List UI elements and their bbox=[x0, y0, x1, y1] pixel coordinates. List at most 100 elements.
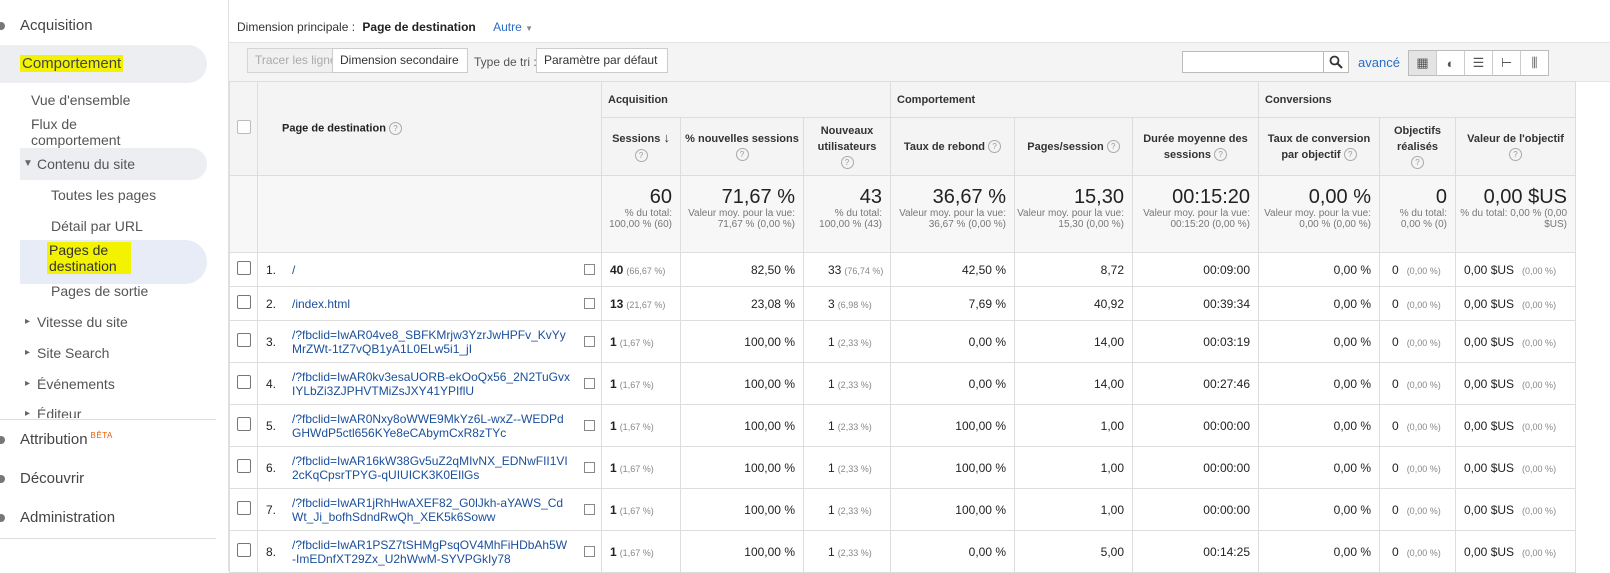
row-checkbox[interactable] bbox=[236, 295, 251, 309]
row-sessions: 1 (1,67 %) bbox=[601, 446, 681, 489]
table-row: 4. /?fbclid=IwAR0kv3esaUORB-ekOoQx56_2N2T… bbox=[229, 362, 1576, 405]
row-new-sessions: 23,08 % bbox=[680, 286, 804, 321]
row-goal-value: 0,00 $US (0,00 %) bbox=[1455, 488, 1576, 531]
comparison-icon[interactable]: ⊢ bbox=[1493, 51, 1521, 75]
nav-administration[interactable]: Administration bbox=[0, 509, 116, 526]
select-all-checkbox[interactable] bbox=[236, 120, 251, 134]
row-checkbox[interactable] bbox=[236, 501, 251, 515]
row-checkbox[interactable] bbox=[236, 375, 251, 389]
landing-page-link[interactable]: /?fbclid=IwAR0kv3esaUORB-ekOoQx56_2N2TuG… bbox=[292, 370, 570, 398]
col-conv-rate[interactable]: Taux de conversion par objectif ? bbox=[1258, 117, 1380, 176]
help-icon[interactable]: ? bbox=[1411, 156, 1424, 170]
landing-page-link[interactable]: /?fbclid=IwAR16kW38Gv5uZ2qMIvNX_EDNwFII1… bbox=[292, 454, 570, 482]
external-link-icon[interactable] bbox=[584, 264, 595, 275]
pivot-icon[interactable]: ⫼ bbox=[1521, 51, 1548, 75]
external-link-icon[interactable] bbox=[584, 504, 595, 515]
help-icon[interactable]: ? bbox=[388, 122, 402, 135]
nav-comportement[interactable]: Comportement bbox=[0, 45, 207, 83]
landing-page-link[interactable]: /index.html bbox=[292, 297, 570, 311]
row-goals: 0 (0,00 %) bbox=[1379, 286, 1456, 321]
help-icon[interactable]: ? bbox=[1106, 140, 1120, 154]
landing-page-link[interactable]: /?fbclid=IwAR1PSZ7tSHMgPsqOV4MhFiHDbAh5W… bbox=[292, 538, 570, 566]
col-new-users[interactable]: Nouveaux utilisateurs? bbox=[803, 117, 891, 176]
nav-pages-destination[interactable]: Pages de destination bbox=[20, 240, 207, 284]
help-icon[interactable]: ? bbox=[988, 140, 1002, 154]
landing-page-link[interactable]: /?fbclid=IwAR0Nxy8oWWE9MkYz6L-wxZ--WEDPd… bbox=[292, 412, 570, 440]
sessions-value: 40 bbox=[610, 262, 624, 277]
nav-flux[interactable]: Flux de comportement bbox=[31, 116, 141, 148]
external-link-icon[interactable] bbox=[584, 462, 595, 473]
table-search-input[interactable] bbox=[1182, 51, 1324, 73]
landing-page-link[interactable]: /?fbclid=IwAR1jRhHwAXEF82_G0lJkh-aYAWS_C… bbox=[292, 496, 570, 524]
help-icon[interactable]: ? bbox=[840, 156, 854, 170]
goals-pct: (0,00 %) bbox=[1406, 299, 1441, 310]
row-pages-session: 14,00 bbox=[1014, 320, 1133, 363]
goal-value: 0,00 $US bbox=[1464, 544, 1515, 559]
row-checkbox[interactable] bbox=[236, 459, 251, 473]
col-pages-session[interactable]: Pages/session ? bbox=[1014, 117, 1133, 176]
row-page-cell: 6. /?fbclid=IwAR16kW38Gv5uZ2qMIvNX_EDNwFI… bbox=[257, 446, 602, 489]
row-duration: 00:00:00 bbox=[1132, 446, 1259, 489]
col-sessions[interactable]: Sessions ↓? bbox=[601, 117, 681, 176]
primary-dimension-value[interactable]: Page de destination bbox=[362, 20, 475, 34]
nav-detail-url[interactable]: Détail par URL bbox=[51, 218, 143, 234]
col-goal-value[interactable]: Valeur de l'objectif? bbox=[1455, 117, 1576, 176]
nav-pages-sortie[interactable]: Pages de sortie bbox=[51, 283, 148, 299]
nav-contenu-site[interactable]: ▼ Contenu du site bbox=[20, 148, 207, 180]
col-new-sessions[interactable]: % nouvelles sessions? bbox=[680, 117, 804, 176]
advanced-filter-link[interactable]: avancé bbox=[1358, 55, 1400, 70]
nav-attribution[interactable]: Attribution BÊTA bbox=[0, 431, 113, 448]
row-duration: 00:00:00 bbox=[1132, 488, 1259, 531]
nav-vue-ensemble[interactable]: Vue d'ensemble bbox=[31, 92, 130, 108]
row-checkbox[interactable] bbox=[236, 333, 251, 347]
help-icon[interactable]: ? bbox=[634, 148, 648, 162]
external-link-icon[interactable] bbox=[584, 298, 595, 309]
external-link-icon[interactable] bbox=[584, 546, 595, 557]
col-bounce[interactable]: Taux de rebond ? bbox=[890, 117, 1015, 176]
nav-editeur[interactable]: ▸ Éditeur bbox=[0, 400, 210, 418]
goals-value: 0 bbox=[1392, 460, 1399, 475]
table-row: 2./index.html 13 (21,67 %) 23,08 % 3 (6,98 %)… bbox=[229, 286, 1576, 321]
row-goal-value: 0,00 $US (0,00 %) bbox=[1455, 362, 1576, 405]
row-sessions: 1 (1,67 %) bbox=[601, 530, 681, 573]
row-checkbox-cell bbox=[229, 286, 258, 321]
row-duration: 00:09:00 bbox=[1132, 252, 1259, 287]
row-checkbox[interactable] bbox=[236, 261, 251, 275]
nav-toutes-pages[interactable]: Toutes les pages bbox=[51, 187, 156, 203]
new-users-value: 1 bbox=[828, 418, 835, 433]
row-goal-value: 0,00 $US (0,00 %) bbox=[1455, 530, 1576, 573]
table-view-icon[interactable]: ▦ bbox=[1409, 51, 1437, 75]
external-link-icon[interactable] bbox=[584, 378, 595, 389]
row-checkbox[interactable] bbox=[236, 417, 251, 431]
sort-type-label: Type de tri : bbox=[474, 55, 537, 69]
goal-value-pct: (0,00 %) bbox=[1522, 547, 1557, 558]
row-page-cell: 4. /?fbclid=IwAR0kv3esaUORB-ekOoQx56_2N2T… bbox=[257, 362, 602, 405]
landing-page-link[interactable]: / bbox=[292, 263, 570, 277]
other-dimension-link[interactable]: Autre ▼ bbox=[493, 20, 533, 34]
help-icon[interactable]: ? bbox=[1509, 148, 1522, 162]
bar-chart-icon[interactable]: ☰ bbox=[1465, 51, 1493, 75]
col-duration[interactable]: Durée moyenne des sessions ? bbox=[1132, 117, 1259, 176]
nav-administration-label: Administration bbox=[20, 509, 116, 526]
nav-acquisition[interactable]: Acquisition bbox=[0, 17, 93, 34]
row-bounce: 42,50 % bbox=[890, 252, 1015, 287]
sort-type-dropdown[interactable]: Paramètre par défaut bbox=[536, 48, 668, 87]
row-checkbox[interactable] bbox=[236, 543, 251, 557]
col-goals[interactable]: Objectifs réalisés? bbox=[1379, 117, 1456, 176]
external-link-icon[interactable] bbox=[584, 336, 595, 347]
help-icon[interactable]: ? bbox=[1343, 148, 1357, 162]
row-conv-rate: 0,00 % bbox=[1258, 362, 1380, 405]
search-button[interactable] bbox=[1323, 51, 1349, 73]
external-link-icon[interactable] bbox=[584, 420, 595, 431]
row-new-sessions: 100,00 % bbox=[680, 530, 804, 573]
landing-page-link[interactable]: /?fbclid=IwAR04ve8_SBFKMrjw3YzrJwHPFv_Kv… bbox=[292, 328, 570, 356]
secondary-dimension-dropdown[interactable]: Dimension secondaire bbox=[332, 48, 468, 87]
nav-decouvrir[interactable]: Découvrir bbox=[0, 470, 84, 487]
group-acquisition: Acquisition bbox=[601, 81, 891, 118]
total-value: 0 bbox=[1435, 186, 1447, 208]
total-duration: 00:15:20 Valeur moy. pour la vue: 00:15:2… bbox=[1132, 175, 1259, 253]
help-icon[interactable]: ? bbox=[1214, 148, 1228, 162]
report-main: Dimension principale : Page de destinati… bbox=[228, 0, 1610, 573]
pie-chart-icon[interactable]: ◐ bbox=[1437, 51, 1465, 75]
help-icon[interactable]: ? bbox=[735, 148, 749, 162]
